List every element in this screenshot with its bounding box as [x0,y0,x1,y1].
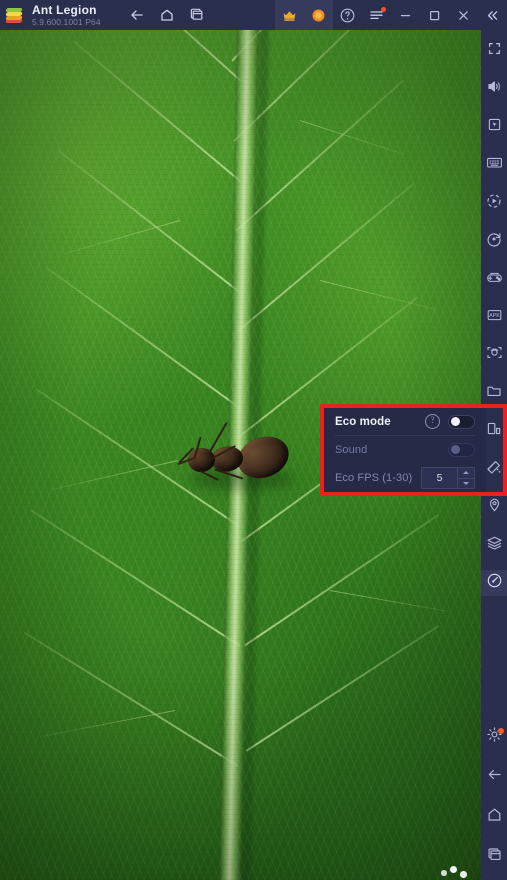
maximize-icon [427,8,442,23]
minimize-button[interactable] [391,0,420,30]
title-bar: Ant Legion 5.9.600.1001 P64 [0,0,507,30]
macro-recorder-button[interactable] [481,190,507,216]
eco-fps-arrows [458,468,474,488]
menu-button[interactable] [362,0,391,30]
fullscreen-icon [487,41,502,61]
eco-fps-label: Eco FPS (1-30) [335,472,413,484]
bluestacks-layers-logo-icon [5,5,25,25]
home-icon [486,806,503,828]
rotate-circle-icon [486,231,502,252]
camera-icon [486,345,503,365]
eco-fps-row: Eco FPS (1-30) 5 [335,464,475,492]
fullscreen-button[interactable] [481,38,507,64]
back-button[interactable] [123,0,151,30]
eco-mode-label: Eco mode [335,415,391,428]
app-version: 5.9.600.1001 P64 [32,16,101,27]
keyboard-controls-button[interactable] [481,152,507,178]
android-home-button[interactable] [481,804,507,830]
volume-button[interactable] [481,76,507,102]
android-recents-button[interactable] [481,844,507,870]
sound-toggle[interactable] [448,443,475,457]
android-back-button[interactable] [481,764,507,790]
sound-toggle-knob [450,445,460,454]
multi-instance-button[interactable] [183,0,211,30]
eco-mode-panel: Eco mode ? Sound Eco FPS (1-30) 5 [324,408,486,492]
location-pin-icon [487,497,502,518]
arrow-left-icon [129,7,145,23]
menu-notification-badge [381,7,386,12]
eco-mode-help-icon[interactable]: ? [425,414,440,429]
folder-icon [486,384,502,403]
eco-mode-toggle-knob [450,416,460,426]
titlebar-right-group [275,0,507,30]
location-button[interactable] [481,494,507,520]
question-circle-icon [339,7,356,24]
titlebar-nav-group [123,0,211,30]
sound-label: Sound [335,444,368,456]
instance-manager-button[interactable] [481,532,507,558]
screenshot-button[interactable] [481,342,507,368]
premium-button[interactable] [275,0,304,30]
sound-row: Sound [335,436,475,464]
bluestacks-window: Ant Legion 5.9.600.1001 P64 Eco mode ? S… [0,0,507,880]
media-manager-button[interactable] [481,380,507,406]
coin-icon [311,8,326,23]
eco-fps-value[interactable]: 5 [422,468,458,488]
recents-icon [486,846,503,868]
svg-text:APK: APK [489,313,500,319]
eco-mode-panel-highlight: Eco mode ? Sound Eco FPS (1-30) 5 [320,404,507,496]
eco-fps-stepper[interactable]: 5 [421,467,475,489]
home-button[interactable] [153,0,181,30]
help-button[interactable] [333,0,362,30]
rotate-button[interactable] [481,228,507,254]
maximize-button[interactable] [420,0,449,30]
windows-stack-icon [189,7,205,23]
install-apk-button[interactable]: APK [481,304,507,330]
speaker-volume-icon [486,79,502,99]
game-controls-button[interactable] [481,114,507,140]
eco-mode-row: Eco mode ? [335,408,475,436]
eco-mode-toggle[interactable] [448,414,475,429]
multi-instance-sync-button[interactable] [481,266,507,292]
close-icon [456,8,471,23]
eco-mode-button[interactable] [481,570,507,596]
keyboard-icon [486,156,503,174]
minimize-icon [398,8,413,23]
app-name: Ant Legion [32,2,97,17]
coins-button[interactable] [304,0,333,30]
play-circle-icon [486,193,502,214]
gamepad-icon [486,270,503,289]
close-button[interactable] [449,0,478,30]
arrow-left-icon [486,766,503,788]
eco-gauge-icon [486,572,503,594]
double-chevron-left-icon [485,8,500,23]
layers-icon [486,535,503,555]
collapse-sidebar-button[interactable] [478,0,507,30]
apk-icon: APK [486,308,503,327]
chevron-up-icon [463,471,469,475]
eco-fps-decrement-button[interactable] [458,479,474,489]
settings-notification-badge [498,728,504,734]
home-icon [159,7,175,23]
crown-icon [282,9,297,22]
cursor-pointer-icon [487,117,502,137]
chevron-down-icon [463,481,469,485]
settings-button[interactable] [481,724,507,750]
eco-fps-increment-button[interactable] [458,468,474,479]
app-title-block: Ant Legion 5.9.600.1001 P64 [32,4,101,27]
dots-spinner-loading-indicator [437,866,469,880]
